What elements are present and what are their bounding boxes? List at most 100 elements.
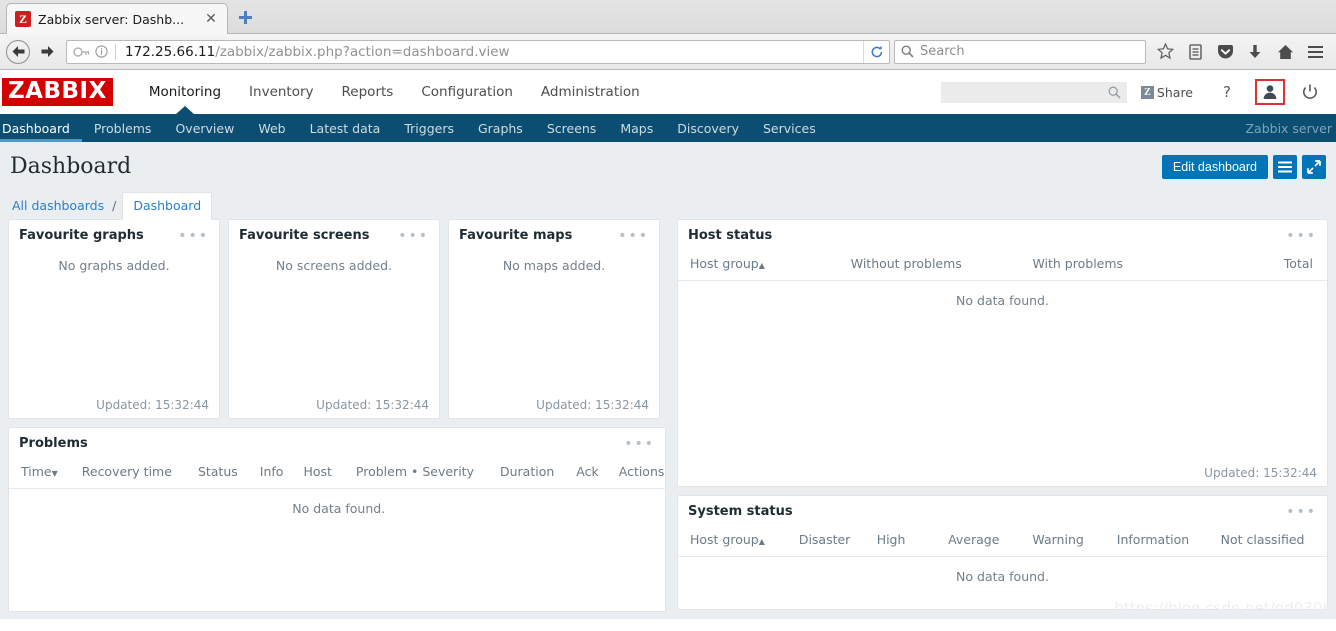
column-header-actions[interactable]: Actions <box>603 458 669 489</box>
breadcrumb-all-dashboards[interactable]: All dashboards <box>10 194 106 219</box>
tab-title: Zabbix server: Dashb... <box>38 11 185 27</box>
widget-body: No screens added. <box>229 250 439 392</box>
sort-arrow-icon: ▲ <box>758 537 765 546</box>
widget-menu-icon[interactable]: ••• <box>624 437 655 451</box>
column-header-host[interactable]: Host <box>287 458 335 489</box>
main-menu-item-reports[interactable]: Reports <box>328 70 408 114</box>
hamburger-icon <box>1278 161 1292 173</box>
column-header-not-classified[interactable]: Not classified <box>1217 526 1327 557</box>
browser-tab[interactable]: Z Zabbix server: Dashb... ✕ <box>6 3 228 34</box>
back-icon[interactable] <box>6 39 30 64</box>
close-icon[interactable]: ✕ <box>203 11 219 27</box>
subnav-item-problems[interactable]: Problems <box>82 114 164 142</box>
column-header-status[interactable]: Status <box>176 458 242 489</box>
widget-menu-icon[interactable]: ••• <box>178 229 209 243</box>
subnav-item-overview[interactable]: Overview <box>163 114 246 142</box>
subnav-item-latest-data[interactable]: Latest data <box>298 114 393 142</box>
widget-title: System status <box>688 504 793 519</box>
widget-title: Problems <box>19 436 88 451</box>
forward-icon[interactable] <box>32 39 62 65</box>
widget-updated-label: Updated: 15:32:44 <box>536 398 649 412</box>
url-host: 172.25.66.11 <box>125 43 216 60</box>
widget-menu-icon[interactable]: ••• <box>398 229 429 243</box>
subnav-item-services[interactable]: Services <box>751 114 828 142</box>
subnav-item-graphs[interactable]: Graphs <box>466 114 535 142</box>
subnav-item-dashboard[interactable]: Dashboard <box>0 114 82 142</box>
info-icon[interactable] <box>95 45 108 58</box>
fullscreen-button[interactable] <box>1302 155 1326 179</box>
column-header-recovery-time[interactable]: Recovery time <box>62 458 176 489</box>
column-label: Host group <box>690 532 759 547</box>
downloads-icon[interactable] <box>1240 39 1270 65</box>
url-identity-block[interactable] <box>67 43 125 60</box>
widget-menu-icon[interactable]: ••• <box>1286 505 1317 519</box>
help-icon[interactable]: ? <box>1214 79 1240 105</box>
subnav-item-triggers[interactable]: Triggers <box>392 114 466 142</box>
column-header-information[interactable]: Information <box>1113 526 1217 557</box>
star-icon[interactable] <box>1150 39 1180 65</box>
dashboard-list-button[interactable] <box>1273 155 1297 179</box>
widget-updated-label: Updated: 15:32:44 <box>1204 466 1317 480</box>
url-bar[interactable]: 172.25.66.11/zabbix/zabbix.php?action=da… <box>66 39 890 64</box>
column-header-duration[interactable]: Duration <box>478 458 558 489</box>
subnav-label: Screens <box>546 120 597 136</box>
column-header-problem-severity[interactable]: Problem • Severity <box>336 458 478 489</box>
favicon-zabbix: Z <box>15 11 31 27</box>
library-icon[interactable] <box>1180 39 1210 65</box>
subnav-item-screens[interactable]: Screens <box>535 114 609 142</box>
power-icon[interactable] <box>1297 79 1323 105</box>
reload-icon[interactable] <box>863 40 889 63</box>
widget-title: Favourite maps <box>459 228 573 243</box>
subnav-label: Services <box>763 120 816 136</box>
pocket-icon[interactable] <box>1210 39 1240 65</box>
column-header-ack[interactable]: Ack <box>558 458 602 489</box>
user-icon <box>1263 85 1277 99</box>
column-header-average[interactable]: Average <box>944 526 1028 557</box>
url-divider <box>115 43 116 60</box>
column-header-host-group[interactable]: Host group▲ <box>678 526 795 557</box>
widget-body: No maps added. <box>449 250 659 392</box>
column-header-without-problems[interactable]: Without problems <box>847 250 1029 281</box>
main-menu: Monitoring Inventory Reports Configurati… <box>135 70 654 114</box>
host-status-table: Host group▲ Without problems With proble… <box>678 250 1327 320</box>
column-header-time[interactable]: Time▼ <box>9 458 62 489</box>
column-header-total[interactable]: Total <box>1210 250 1327 281</box>
share-label: Share <box>1156 84 1193 100</box>
widget-favourite-screens: Favourite screens ••• No screens added. … <box>228 219 440 419</box>
header-right-controls: Z Share ? <box>940 79 1336 105</box>
edit-dashboard-button[interactable]: Edit dashboard <box>1161 155 1268 179</box>
browser-search-input[interactable]: Search <box>894 39 1146 64</box>
column-header-with-problems[interactable]: With problems <box>1028 250 1210 281</box>
column-header-host-group[interactable]: Host group▲ <box>678 250 847 281</box>
new-tab-icon[interactable] <box>232 4 258 30</box>
global-search-input[interactable] <box>940 81 1127 103</box>
expand-icon <box>1307 160 1321 174</box>
column-header-warning[interactable]: Warning <box>1028 526 1112 557</box>
breadcrumb: All dashboards / Dashboard <box>8 191 1328 220</box>
main-menu-item-administration[interactable]: Administration <box>527 70 654 114</box>
widget-menu-icon[interactable]: ••• <box>618 229 649 243</box>
subnav-item-web[interactable]: Web <box>246 114 297 142</box>
zabbix-logo[interactable]: ZABBIX <box>2 78 113 106</box>
subnav-item-discovery[interactable]: Discovery <box>665 114 751 142</box>
main-menu-item-monitoring[interactable]: Monitoring <box>135 70 235 114</box>
breadcrumb-current-dashboard[interactable]: Dashboard <box>122 192 213 220</box>
column-header-info[interactable]: Info <box>242 458 288 489</box>
menu-icon[interactable] <box>1300 39 1330 65</box>
subnav-item-maps[interactable]: Maps <box>608 114 665 142</box>
widget-header: System status ••• <box>678 496 1327 526</box>
sort-arrow-icon: ▲ <box>758 261 765 270</box>
breadcrumb-separator: / <box>112 198 117 213</box>
column-header-disaster[interactable]: Disaster <box>795 526 873 557</box>
main-menu-item-inventory[interactable]: Inventory <box>235 70 327 114</box>
share-button[interactable]: Z Share <box>1140 84 1193 100</box>
main-menu-item-configuration[interactable]: Configuration <box>407 70 527 114</box>
user-profile-icon[interactable] <box>1255 79 1285 105</box>
widget-menu-icon[interactable]: ••• <box>1286 229 1317 243</box>
widget-title: Favourite screens <box>239 228 370 243</box>
column-header-high[interactable]: High <box>873 526 944 557</box>
main-menu-label: Reports <box>341 84 394 100</box>
search-icon <box>901 45 914 58</box>
widget-favourite-graphs: Favourite graphs ••• No graphs added. Up… <box>8 219 220 419</box>
home-icon[interactable] <box>1270 39 1300 65</box>
